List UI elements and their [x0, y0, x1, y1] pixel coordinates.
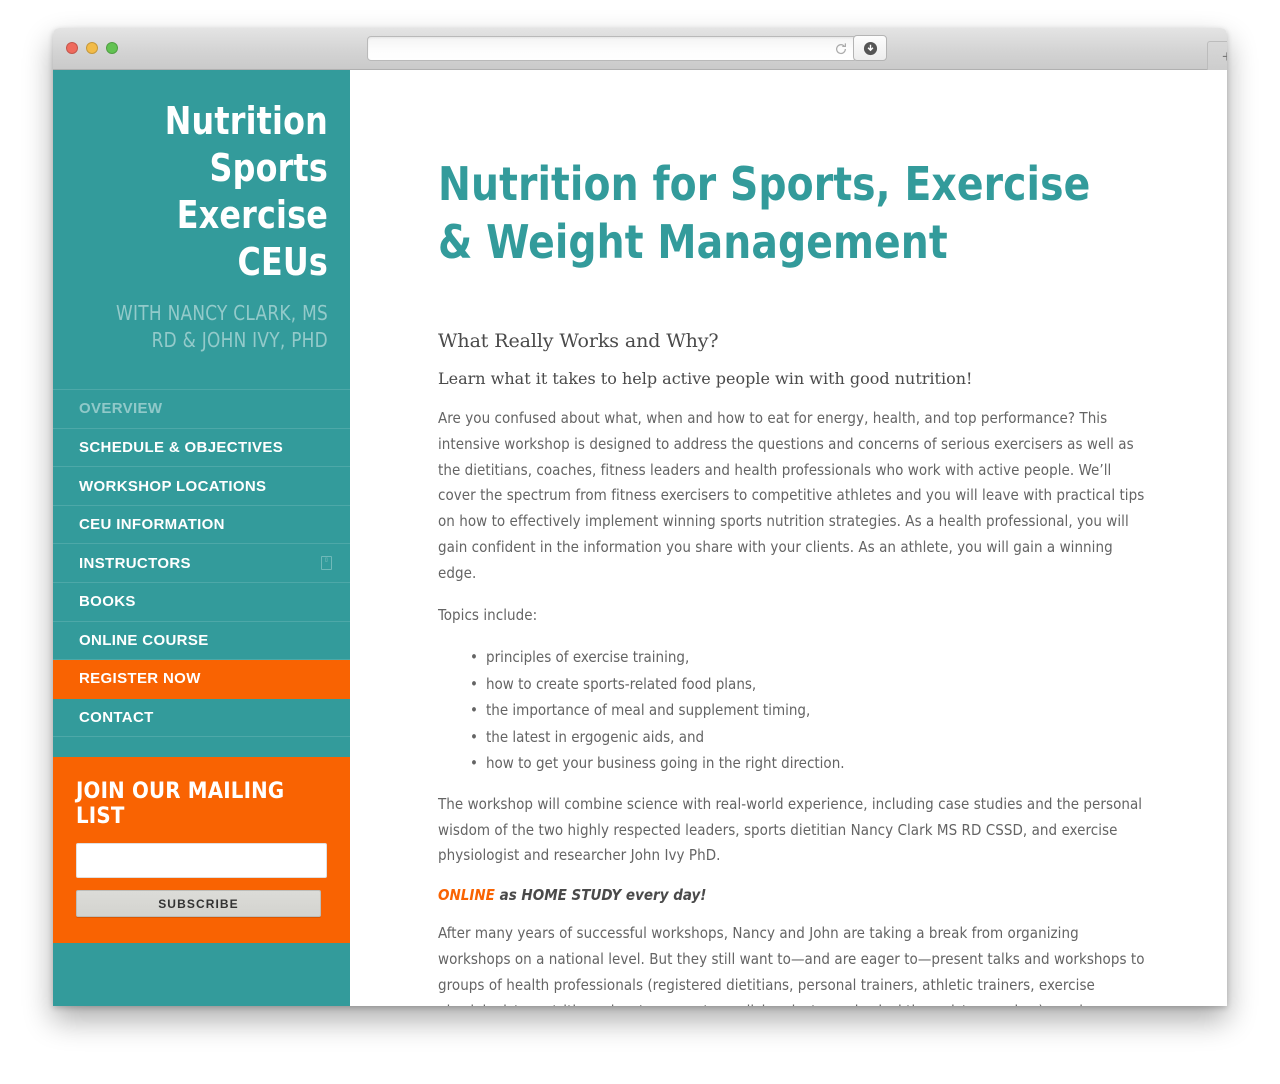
workshop-description-paragraph: The workshop will combine science with r…	[438, 794, 1143, 865]
site-branding[interactable]: Nutrition Sports Exercise CEUs WITH NANC…	[53, 70, 350, 354]
sidebar-item-overview[interactable]: OVERVIEW	[53, 390, 350, 429]
sidebar-item-books[interactable]: BOOKS	[53, 583, 350, 622]
download-icon	[863, 41, 877, 55]
sidebar-item-label: ONLINE COURSE	[79, 631, 209, 649]
section-subheading-learn-what-it-takes: Learn what it takes to help active peopl…	[438, 368, 973, 388]
site-title: Nutrition Sports Exercise CEUs	[93, 98, 328, 286]
sidebar-item-label: CEU INFORMATION	[79, 516, 225, 534]
page-title: Nutrition for Sports, Exercise & Weight …	[438, 157, 1091, 269]
sidebar-item-ceu-information[interactable]: CEU INFORMATION	[53, 506, 350, 545]
window-controls	[66, 42, 118, 54]
sidebar-item-workshop-locations[interactable]: WORKSHOP LOCATIONS	[53, 467, 350, 506]
list-item: the importance of meal and supplement ti…	[470, 699, 1147, 722]
online-home-study-line: ONLINE as HOME STUDY every day!	[438, 886, 1147, 904]
mailing-list-title: JOIN OUR MAILING LIST	[76, 779, 285, 830]
site-subtitle: WITH NANCY CLARK, MS RD & JOHN IVY, PHD	[116, 301, 329, 353]
browser-window: + Nutrition Sports Exercise CEUs WITH NA…	[53, 28, 1227, 1006]
topics-intro: Topics include:	[438, 606, 538, 625]
email-field[interactable]	[76, 843, 327, 879]
sidebar-item-label: BOOKS	[79, 593, 136, 611]
intro-paragraph: Are you confused about what, when and ho…	[438, 408, 1145, 582]
sidebar-item-online-course[interactable]: ONLINE COURSE	[53, 622, 350, 661]
sidebar-item-label: WORKSHOP LOCATIONS	[79, 477, 267, 495]
subscribe-button[interactable]: SUBSCRIBE	[76, 890, 321, 918]
list-item: how to get your business going in the ri…	[470, 752, 1147, 775]
break-from-workshops-paragraph: After many years of successful workshops…	[438, 924, 1145, 1006]
site-title-line-1: Nutrition Sports	[164, 99, 328, 191]
section-heading-what-really-works: What Really Works and Why?	[438, 329, 719, 352]
list-item: the latest in ergogenic aids, and	[470, 726, 1147, 749]
list-item: principles of exercise training,	[470, 646, 1147, 669]
sidebar-item-label: REGISTER NOW	[79, 670, 201, 688]
page-viewport: Nutrition Sports Exercise CEUs WITH NANC…	[53, 70, 1227, 1006]
sidebar-item-contact[interactable]: CONTACT	[53, 699, 350, 738]
address-bar[interactable]	[367, 36, 857, 61]
sidebar-item-instructors[interactable]: INSTRUCTORS ▯	[53, 544, 350, 583]
online-rest-text: as HOME STUDY every day!	[494, 886, 707, 905]
mailing-list-widget: JOIN OUR MAILING LIST SUBSCRIBE	[53, 757, 350, 944]
main-navigation: OVERVIEW SCHEDULE & OBJECTIVES WORKSHOP …	[53, 389, 350, 738]
sidebar-item-label: OVERVIEW	[79, 400, 163, 418]
new-tab-button[interactable]: +	[1207, 41, 1227, 70]
main-content: Nutrition for Sports, Exercise & Weight …	[350, 70, 1227, 1006]
sidebar-footer-fill	[53, 943, 350, 1006]
topics-list: principles of exercise training, how to …	[438, 646, 1147, 775]
sidebar-item-label: SCHEDULE & OBJECTIVES	[79, 438, 284, 456]
sidebar-item-label: INSTRUCTORS	[79, 554, 191, 572]
browser-titlebar: +	[53, 28, 1227, 70]
broken-image-icon: ▯	[321, 556, 332, 571]
close-window-button[interactable]	[66, 42, 78, 54]
online-link[interactable]: ONLINE	[438, 886, 495, 904]
sidebar: Nutrition Sports Exercise CEUs WITH NANC…	[53, 70, 350, 1006]
site-title-line-2: Exercise CEUs	[176, 193, 328, 285]
maximize-window-button[interactable]	[106, 42, 118, 54]
sidebar-item-register-now[interactable]: REGISTER NOW	[53, 660, 350, 699]
download-button[interactable]	[853, 35, 887, 61]
sidebar-item-label: CONTACT	[79, 709, 154, 727]
sidebar-item-schedule-objectives[interactable]: SCHEDULE & OBJECTIVES	[53, 429, 350, 468]
minimize-window-button[interactable]	[86, 42, 98, 54]
reload-icon[interactable]	[834, 42, 848, 56]
list-item: how to create sports-related food plans,	[470, 673, 1147, 696]
